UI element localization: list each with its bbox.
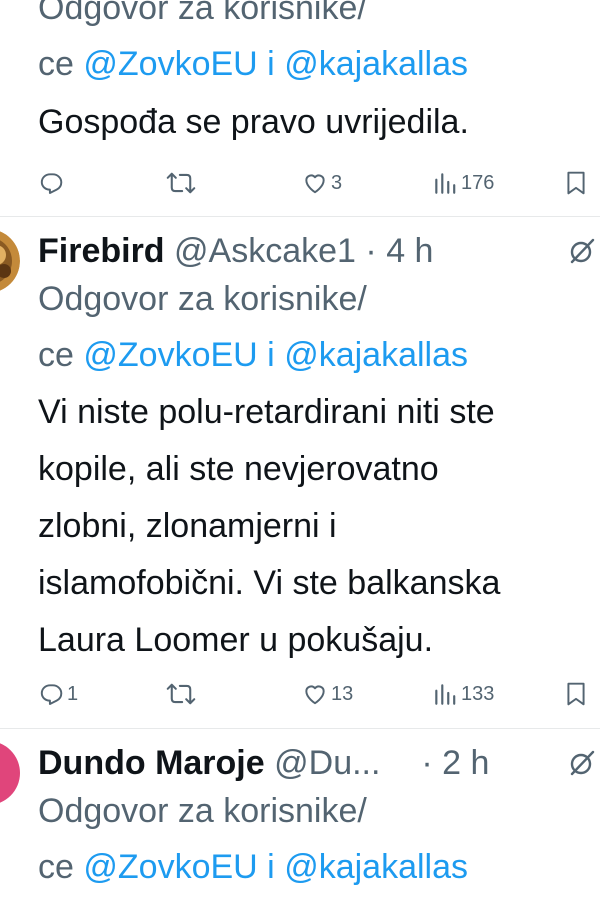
like-button[interactable]: 13 — [302, 677, 353, 711]
avatar[interactable] — [0, 741, 20, 805]
reply-count: 1 — [67, 682, 79, 705]
reply-icon — [38, 170, 64, 196]
like-count: 3 — [331, 171, 343, 194]
reply-prefix: ce — [38, 45, 74, 83]
retweet-icon — [166, 170, 196, 196]
grok-icon[interactable] — [568, 749, 596, 777]
reply-button[interactable]: 1 — [38, 677, 78, 711]
retweet-button[interactable] — [166, 166, 199, 200]
tweet-text-line: zlobni, zlonamjerni i — [38, 507, 337, 545]
mention-link[interactable]: @ZovkoEU — [83, 848, 257, 886]
grok-icon[interactable] — [568, 237, 596, 265]
views-button[interactable]: 133 — [432, 677, 494, 711]
reply-to-label: Odgovor za korisnike/ — [38, 0, 367, 27]
views-count: 133 — [461, 682, 495, 705]
avatar[interactable] — [0, 229, 20, 293]
like-icon — [302, 681, 328, 707]
like-button[interactable]: 3 — [302, 166, 342, 200]
mention-link[interactable]: @kajakallas — [284, 336, 468, 374]
reply-icon — [38, 681, 64, 707]
views-icon — [432, 170, 458, 196]
tweet-2[interactable]: Firebird @Askcake1 · 4 h Odgovor za kori… — [0, 217, 600, 728]
like-count: 13 — [331, 682, 354, 705]
display-name[interactable]: Dundo Maroje — [38, 744, 265, 782]
reply-to-label: Odgovor za korisnike/ — [38, 792, 367, 830]
mention-joiner: i — [267, 848, 275, 886]
mention-link[interactable]: @ZovkoEU — [83, 45, 257, 83]
tweet-actions: 1 13 133 — [0, 677, 600, 711]
reply-button[interactable] — [38, 166, 67, 200]
retweet-icon — [166, 681, 196, 707]
tweet-text: Gospođa se pravo uvrijedila. — [38, 103, 469, 141]
reply-mentions: ce @ZovkoEU i @kajakallas — [38, 42, 468, 86]
reply-context: Odgovor za korisnike/ — [38, 277, 367, 321]
reply-mentions: ce @ZovkoEU i @kajakallas — [38, 845, 468, 889]
mention-link[interactable]: @kajakallas — [284, 45, 468, 83]
tweet-text-line: Vi niste polu-retardirani niti ste — [38, 393, 495, 431]
reply-prefix: ce — [38, 336, 74, 374]
tweet-1[interactable]: Odgovor za korisnike/ ce @ZovkoEU i @kaj… — [0, 0, 600, 215]
tweet-3[interactable]: Dundo Maroje @Du... · 2 h Odgovor za kor… — [0, 729, 600, 900]
tweet-header: Dundo Maroje @Du... · 2 h — [38, 743, 489, 783]
timestamp[interactable]: 2 h — [442, 744, 489, 782]
user-handle[interactable]: @Askcake1 — [174, 232, 356, 270]
reply-to-label: Odgovor za korisnike/ — [38, 280, 367, 318]
tweet-text-line: islamofobični. Vi ste balkanska — [38, 564, 501, 602]
tweet-actions: 3 176 — [0, 166, 600, 200]
separator-dot: · — [365, 232, 377, 270]
tweet-header: Firebird @Askcake1 · 4 h — [38, 231, 433, 271]
tweet-text-line: Laura Loomer u pokušaju. — [38, 621, 434, 659]
user-handle[interactable]: @Du... — [274, 744, 380, 782]
separator-dot: · — [421, 744, 433, 782]
timeline: Odgovor za korisnike/ ce @ZovkoEU i @kaj… — [0, 0, 600, 900]
bookmark-button[interactable] — [564, 166, 588, 200]
like-icon — [302, 170, 328, 196]
bookmark-icon — [564, 170, 588, 196]
reply-prefix: ce — [38, 848, 74, 886]
reply-context: Odgovor za korisnike/ — [38, 0, 367, 30]
timestamp[interactable]: 4 h — [386, 232, 433, 270]
views-icon — [432, 681, 458, 707]
mention-joiner: i — [267, 45, 275, 83]
views-button[interactable]: 176 — [432, 166, 494, 200]
display-name[interactable]: Firebird — [38, 232, 165, 270]
mention-joiner: i — [267, 336, 275, 374]
reply-context: Odgovor za korisnike/ — [38, 789, 367, 833]
tweet-text-line: kopile, ali ste nevjerovatno — [38, 450, 439, 488]
reply-mentions: ce @ZovkoEU i @kajakallas — [38, 333, 468, 377]
bookmark-button[interactable] — [564, 677, 588, 711]
mention-link[interactable]: @ZovkoEU — [83, 336, 257, 374]
views-count: 176 — [461, 171, 495, 194]
bookmark-icon — [564, 681, 588, 707]
mention-link[interactable]: @kajakallas — [284, 848, 468, 886]
retweet-button[interactable] — [166, 677, 199, 711]
